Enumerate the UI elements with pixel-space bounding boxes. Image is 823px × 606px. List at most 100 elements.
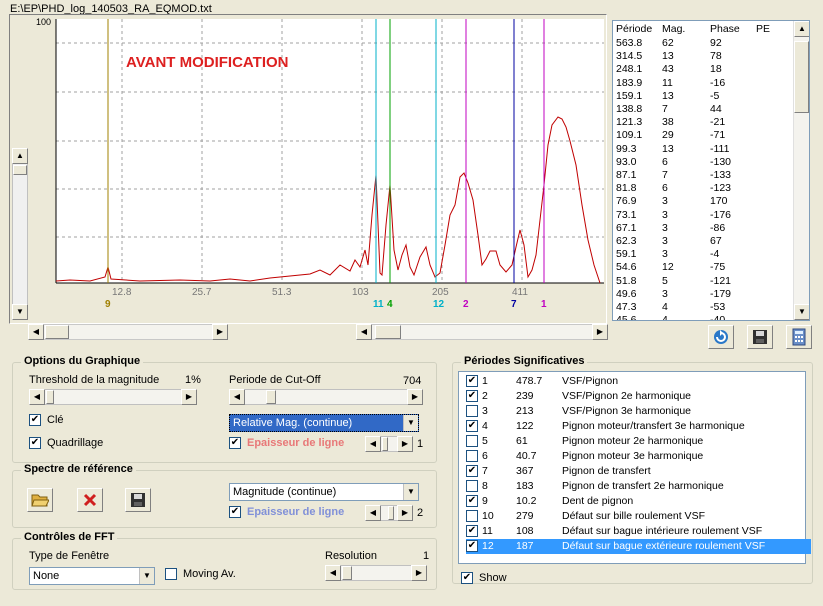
- slider-left-icon[interactable]: ◀: [325, 565, 341, 581]
- checkbox-unchecked-icon[interactable]: [466, 480, 478, 492]
- resolution-slider-thumb[interactable]: [342, 566, 352, 580]
- period-list-cell: 563.8: [616, 37, 643, 49]
- scroll-up-icon[interactable]: ▲: [12, 148, 28, 164]
- quadrillage-checkbox[interactable]: ✔ Quadrillage: [29, 437, 103, 449]
- slider-right-icon[interactable]: ▶: [181, 389, 197, 405]
- periode-row[interactable]: ✔ 9 10.2 Dent de pignon: [466, 494, 811, 509]
- reference-mode-select[interactable]: Magnitude (continue) ▼: [229, 483, 419, 501]
- delete-button[interactable]: [77, 488, 103, 512]
- periode-row[interactable]: 6 40.7 Pignon moteur 3e harmonique: [466, 449, 811, 464]
- magnitude-mode-select[interactable]: Relative Mag. (continue) ▼: [229, 414, 419, 432]
- checkbox-unchecked-icon[interactable]: [466, 405, 478, 417]
- periode-row[interactable]: 8 183 Pignon de transfert 2e harmonique: [466, 479, 811, 494]
- checkbox-checked-icon[interactable]: ✔: [466, 525, 478, 537]
- refresh-button[interactable]: [708, 325, 734, 349]
- slider-right-icon[interactable]: ▶: [397, 505, 413, 521]
- periode-row[interactable]: ✔ 7 367 Pignon de transfert: [466, 464, 811, 479]
- slider-left-icon[interactable]: ◀: [365, 436, 381, 452]
- checkbox-checked-icon[interactable]: ✔: [29, 414, 41, 426]
- scroll-up-icon[interactable]: ▲: [794, 21, 809, 37]
- vertical-scrollbar[interactable]: ▲ ▼: [12, 148, 28, 320]
- epaisseur-ref-checkbox[interactable]: ✔ Epaisseur de ligne: [229, 506, 344, 518]
- checkbox-checked-icon[interactable]: ✔: [466, 420, 478, 432]
- periode-row[interactable]: 5 61 Pignon moteur 2e harmonique: [466, 434, 811, 449]
- save-button[interactable]: [747, 325, 773, 349]
- period-marker-label: 12: [433, 299, 445, 310]
- horizontal-scroll-thumb[interactable]: [45, 325, 69, 339]
- periode-row[interactable]: ✔ 4 122 Pignon moteur/transfert 3e harmoniq…: [466, 419, 811, 434]
- cle-checkbox[interactable]: ✔ Clé: [29, 414, 64, 426]
- epaisseur-slider-thumb[interactable]: [382, 437, 388, 451]
- resolution-label: Resolution: [325, 550, 377, 562]
- period-list-cell: -5: [710, 89, 720, 102]
- checkbox-unchecked-icon[interactable]: [466, 450, 478, 462]
- periode-row[interactable]: ✔ 12 187 Défaut sur bague extérieure roulem…: [466, 539, 811, 554]
- periode-row[interactable]: ✔ 1 478.7 VSF/Pignon: [466, 374, 811, 389]
- epaisseur-slider[interactable]: ◀ ▶: [365, 436, 413, 452]
- vertical-scroll-thumb[interactable]: [13, 165, 27, 175]
- slider-left-icon[interactable]: ◀: [365, 505, 381, 521]
- checkbox-unchecked-icon[interactable]: [165, 568, 177, 580]
- cutoff-slider-thumb[interactable]: [266, 390, 276, 404]
- checkbox-checked-icon[interactable]: ✔: [466, 465, 478, 477]
- periode-row[interactable]: 10 279 Défaut sur bille roulement VSF: [466, 509, 811, 524]
- checkbox-checked-icon[interactable]: ✔: [461, 572, 473, 584]
- horizontal-scrollbar-right[interactable]: ◀ ▶: [356, 324, 608, 340]
- x-tick-label: 12.8: [112, 287, 132, 298]
- periode-cell: VSF/Pignon 2e harmonique: [562, 390, 691, 402]
- checkbox-checked-icon[interactable]: ✔: [466, 390, 478, 402]
- scroll-down-icon[interactable]: ▼: [794, 304, 809, 320]
- calculator-button[interactable]: [786, 325, 812, 349]
- slider-right-icon[interactable]: ▶: [397, 436, 413, 452]
- window-type-select[interactable]: None ▼: [29, 567, 155, 585]
- checkbox-checked-icon[interactable]: ✔: [466, 540, 478, 552]
- periodes-list[interactable]: ✔ 1 478.7 VSF/Pignon ✔ 2 239 VSF/Pignon 2e harm…: [458, 371, 811, 564]
- checkbox-unchecked-icon[interactable]: [466, 510, 478, 522]
- chevron-down-icon[interactable]: ▼: [403, 415, 418, 431]
- epaisseur-ref-slider-thumb[interactable]: [388, 506, 394, 520]
- epaisseur-checkbox[interactable]: ✔ Epaisseur de ligne: [229, 437, 344, 449]
- chevron-down-icon[interactable]: ▼: [403, 484, 418, 500]
- scroll-left-icon[interactable]: ◀: [28, 324, 44, 340]
- period-list-scrollbar[interactable]: ▲ ▼: [793, 21, 809, 320]
- spectrum-plot: 100 12.8 25.7 51.3 103 205 411 9 11 4 12 2 7 1 AVANT M…: [9, 14, 607, 324]
- scroll-down-icon[interactable]: ▼: [12, 304, 28, 320]
- periode-row[interactable]: ✔ 11 108 Défaut sur bague intérieure roulem…: [466, 524, 811, 539]
- slider-left-icon[interactable]: ◀: [229, 389, 245, 405]
- epaisseur-ref-slider[interactable]: ◀ ▶: [365, 505, 413, 521]
- checkbox-checked-icon[interactable]: ✔: [29, 437, 41, 449]
- chevron-down-icon[interactable]: ▼: [139, 568, 154, 584]
- save-reference-button[interactable]: [125, 488, 151, 512]
- scroll-left-icon[interactable]: ◀: [356, 324, 372, 340]
- period-list-cell: 7: [662, 169, 668, 181]
- checkbox-unchecked-icon[interactable]: [466, 435, 478, 447]
- moving-av-checkbox[interactable]: Moving Av.: [165, 568, 236, 580]
- checkbox-checked-icon[interactable]: ✔: [229, 437, 241, 449]
- periode-cell: 6: [482, 450, 488, 462]
- show-checkbox[interactable]: ✔ Show: [461, 572, 507, 584]
- scroll-right-icon[interactable]: ▶: [212, 324, 228, 340]
- resolution-slider[interactable]: ◀ ▶: [325, 565, 427, 581]
- period-list-cell: 87.1: [616, 169, 637, 181]
- open-button[interactable]: [27, 488, 53, 512]
- period-list[interactable]: Période Mag. Phase PE 563.8 62 92 314.5 13 78…: [612, 20, 810, 321]
- threshold-slider[interactable]: ◀ ▶: [29, 389, 197, 405]
- checkbox-checked-icon[interactable]: ✔: [466, 495, 478, 507]
- scroll-right-icon[interactable]: ▶: [592, 324, 608, 340]
- checkbox-checked-icon[interactable]: ✔: [466, 375, 478, 387]
- slider-right-icon[interactable]: ▶: [407, 389, 423, 405]
- slider-left-icon[interactable]: ◀: [29, 389, 45, 405]
- threshold-slider-thumb[interactable]: [46, 390, 54, 404]
- periode-row[interactable]: 3 213 VSF/Pignon 3e harmonique: [466, 404, 811, 419]
- period-list-cell: -176: [710, 208, 732, 221]
- periode-cell: 8: [482, 480, 488, 492]
- cutoff-slider[interactable]: ◀ ▶: [229, 389, 423, 405]
- list-scroll-thumb[interactable]: [794, 41, 809, 113]
- horizontal-scroll-thumb[interactable]: [375, 325, 401, 339]
- checkbox-checked-icon[interactable]: ✔: [229, 506, 241, 518]
- horizontal-scrollbar-left[interactable]: ◀ ▶: [28, 324, 228, 340]
- period-list-cell: 170: [710, 195, 728, 208]
- slider-right-icon[interactable]: ▶: [411, 565, 427, 581]
- period-list-cell: 121.3: [616, 116, 643, 129]
- periode-row[interactable]: ✔ 2 239 VSF/Pignon 2e harmonique: [466, 389, 811, 404]
